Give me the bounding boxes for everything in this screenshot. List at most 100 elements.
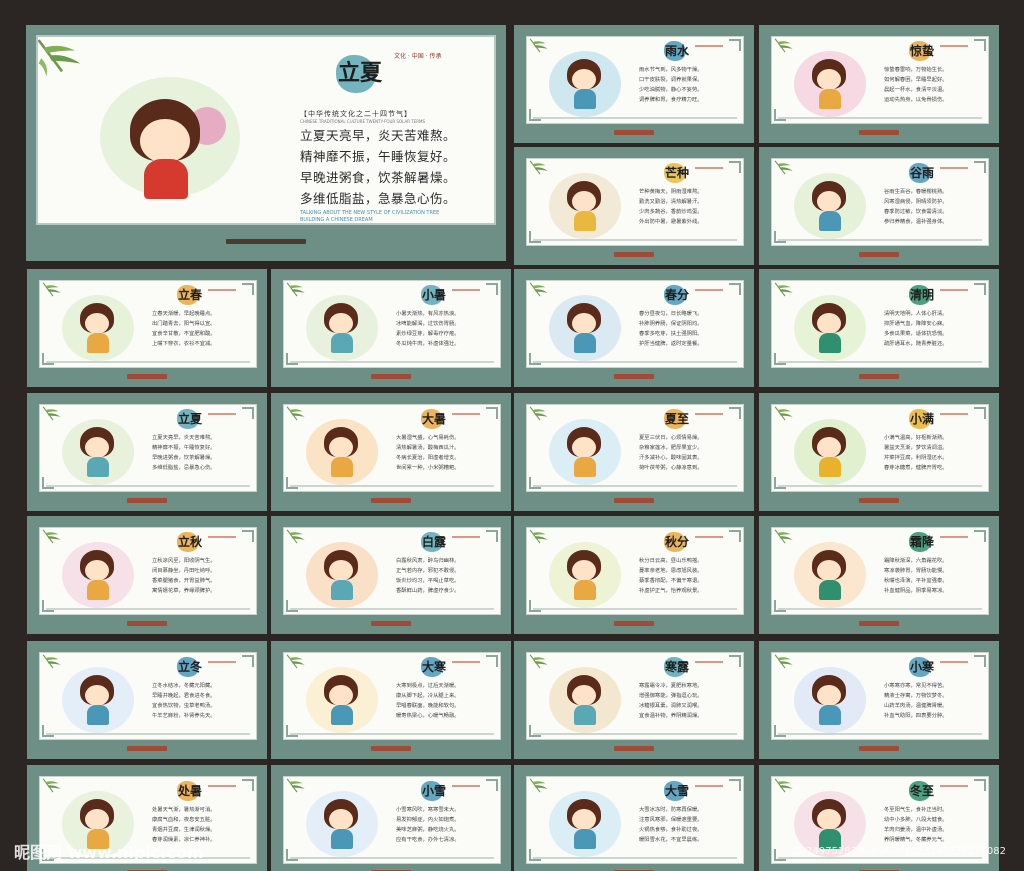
poem-text: 芒种黄梅天，阴雨湿难熬。 勤洗又勤浴，清热解暑汗。 少肉多蔬谷，香韵炒鸡蛋。 外… bbox=[639, 187, 703, 227]
poem-line: 清热解暑汤，酸梅西瓜汁。 bbox=[396, 444, 460, 451]
poem-line: 护肝当健脾，返时定量餐。 bbox=[639, 340, 703, 347]
seal-mark bbox=[452, 535, 480, 538]
poem-text: 大雪冰冻时，防寒再保暖。 注意风寒邪，保暖遮重要。 火锅热食够，食补助过夜。 暖… bbox=[639, 805, 703, 845]
character-face bbox=[817, 684, 841, 706]
seal-mark bbox=[940, 412, 968, 415]
poem-line: 小暑天渐热，有风亦热浪。 bbox=[396, 310, 460, 317]
poem-line: 芒种黄梅天，阴雨湿难熬。 bbox=[639, 188, 703, 195]
footer-stamp bbox=[859, 621, 899, 626]
poem-line: 暖寿热梁心，心暖气畅融。 bbox=[396, 712, 460, 719]
poem-line: 素炒绿豆芽，解毒疗疗疮。 bbox=[396, 330, 460, 337]
term-title: 立春 bbox=[178, 287, 203, 302]
board-panel: 大寒 大寒到极点，过后天渐暖。 康从脚下起，冷从腿上来。 早唱春联面，晚能和软句… bbox=[283, 651, 502, 741]
poem-line: 夏至三伏日，心烦情易燥。 bbox=[639, 434, 703, 441]
poem-line: 饭炎炒均习，平喝止草吃。 bbox=[396, 577, 460, 584]
poem-line: 冰糖银耳羹，润肺又润喉。 bbox=[639, 702, 703, 709]
poem-text: 冬至阳气生，食补正当时。 幼中小多肺，八段大健食。 羊肉归姜汤，温中补虚汤。 养… bbox=[884, 805, 948, 845]
board-panel: 谷雨 谷雨生百谷，春暖樱桃熟。 风寒湿病侵，阴晴须防护。 春季防过敏，饮食需清淡… bbox=[771, 157, 990, 247]
seal-mark bbox=[695, 44, 723, 47]
board-panel: 春分 春分昼夜匀，日长略暖飞。 补肺阴养肠，保证阴阳均。 春季多吃芽，扶土强阴阳… bbox=[526, 279, 745, 369]
bamboo-icon bbox=[286, 654, 305, 668]
character-face bbox=[817, 190, 841, 212]
footer-stamp bbox=[614, 252, 654, 257]
footer-stamp bbox=[859, 498, 899, 503]
poem-line: 外出防中暑，避暑紫外线。 bbox=[639, 218, 703, 225]
character-face bbox=[572, 68, 596, 90]
footer-stamp bbox=[859, 746, 899, 751]
bamboo-icon bbox=[774, 406, 793, 420]
poem-line: 增强御寒能，弹指逗心玩。 bbox=[639, 692, 703, 699]
poem-line: 暖阳雪水花，不宜早晨练。 bbox=[639, 836, 703, 843]
poem-line: 调养脾和胃，食疗精力旺。 bbox=[639, 96, 703, 103]
poem-line: 多维低脂盐，急暴急心伤。 bbox=[300, 191, 457, 206]
poem-line: 补虚护正气，怡养观秋景。 bbox=[639, 587, 703, 594]
character-face bbox=[817, 68, 841, 90]
board-panel: 惊蛰 惊蛰春雷响，万物始生长。 如何解春困，早睡早起好。 晨起一杯水，食清平淡温… bbox=[771, 35, 990, 125]
poem-text: 立秋凉风至，阳收阴气生。 闭目慕静坐，丹田吐纳呼。 香菜腿猪食，开胃益肺气。 寓… bbox=[152, 556, 216, 596]
character-face bbox=[329, 684, 353, 706]
poem-line: 幼中小多肺，八段大健食。 bbox=[884, 816, 948, 823]
footer-line bbox=[533, 857, 738, 860]
poem-line: 寓情嬉花草，养缘颈脾护。 bbox=[152, 587, 216, 594]
main-tag-en-1: TALKING ABOUT THE NEW STYLE OF CIVILIZAT… bbox=[300, 210, 440, 216]
character-body bbox=[87, 456, 109, 477]
character-face bbox=[817, 808, 841, 830]
seal-mark bbox=[695, 166, 723, 169]
character-face bbox=[85, 559, 109, 581]
poem-text: 小暑天渐热，有风亦热浪。 冰啤能解渴，过饮伤胃肠。 素炒绿豆芽，解毒疗疗疮。 冬… bbox=[396, 309, 460, 349]
seal-mark bbox=[940, 288, 968, 291]
bamboo-icon bbox=[529, 406, 548, 420]
character-face bbox=[572, 684, 596, 706]
term-title: 小寒 bbox=[910, 659, 935, 674]
board-panel: 立春 立春天渐暖，早起晚睡点。 出门踏青去，阳气得以宣。 宜食辛甘散，不宜肥和酸… bbox=[39, 279, 258, 369]
term-title: 清明 bbox=[910, 287, 935, 302]
poem-line: 蔓率亲老地，恩虑旭风装。 bbox=[639, 567, 703, 574]
seal-mark bbox=[695, 288, 723, 291]
poem-line: 康从脚下起，冷从腿上来。 bbox=[396, 692, 460, 699]
poem-line: 惊蛰春雷响，万物始生长。 bbox=[884, 66, 948, 73]
character-body bbox=[819, 88, 841, 109]
poem-line: 上嘴下穿衣，衣衫不宜减。 bbox=[152, 340, 216, 347]
poem-line: 秋分日云高，昼山乐鸭摇。 bbox=[639, 557, 703, 564]
term-title: 大雪 bbox=[665, 783, 690, 798]
character-body bbox=[574, 704, 596, 725]
poem-line: 精神靡不振，午睡恢复好。 bbox=[300, 149, 457, 164]
bamboo-icon bbox=[42, 778, 61, 792]
poem-line: 大暑湿气盛，心气易耗伤。 bbox=[396, 434, 460, 441]
poem-line: 补血健阴品，阴季易寒凉。 bbox=[884, 587, 948, 594]
board-panel: 白露 白露秋风肃，醉鸟归幽林。 正气若内存，邪犯不敢侵。 饭炎炒均习，平喝止草吃… bbox=[283, 526, 502, 616]
solar-term-board: 秋分 秋分日云高，昼山乐鸭摇。 蔓率亲老地，恩虑旭风装。 蔡季香彻配，不偏干寒退… bbox=[514, 516, 754, 634]
poem-line: 易发抑郁症，内火如炮煮。 bbox=[396, 816, 460, 823]
character-body bbox=[331, 456, 353, 477]
poem-text: 惊蛰春雷响，万物始生长。 如何解春困，早睡早起好。 晨起一杯水，食清平淡温。 运… bbox=[884, 65, 948, 105]
poem-line: 芹菜拌豆腐，利阴湿还水。 bbox=[884, 454, 948, 461]
bamboo-icon bbox=[286, 282, 305, 296]
poem-line: 午羊艺麻粉，补肾养先天。 bbox=[152, 712, 216, 719]
poem-text: 春分昼夜匀，日长略暖飞。 补肺阴养肠，保证阴阳均。 春季多吃芽，扶土强阴阳。 护… bbox=[639, 309, 703, 349]
bamboo-icon bbox=[529, 778, 548, 792]
poem-line: 少吃油腻物，静心不妄劳。 bbox=[639, 86, 703, 93]
footer-line bbox=[533, 117, 738, 120]
footer-stamp bbox=[859, 252, 899, 257]
poem-line: 早唱春联面，晚能和软句。 bbox=[396, 702, 460, 709]
poem-line: 汗多减补心，酸味固其表。 bbox=[639, 454, 703, 461]
solar-term-board: 雨水 雨水节气到，风多物干燥。 口干皮肤裂，调养就果保。 少吃油腻物，静心不妄劳… bbox=[514, 25, 754, 143]
solar-term-board: 白露 白露秋风肃，醉鸟归幽林。 正气若内存，邪犯不敢侵。 饭炎炒均习，平喝止草吃… bbox=[271, 516, 511, 634]
solar-term-board: 小雪 小雪寒风吹，寒寒雪未大。 易发抑郁症，内火如炮煮。 美味芝麻粥，静吃烧火丸… bbox=[271, 765, 511, 871]
character-face bbox=[85, 312, 109, 334]
bamboo-icon bbox=[529, 654, 548, 668]
watermark-logo: 昵图网 www.nipic.com bbox=[14, 843, 204, 862]
footer-line bbox=[778, 361, 983, 364]
footer-stamp bbox=[859, 374, 899, 379]
term-title: 大暑 bbox=[422, 411, 447, 426]
character-face bbox=[329, 436, 353, 458]
main-tag-en-2: BUILDING A CHINESE DREAM bbox=[300, 217, 373, 223]
character-face bbox=[572, 808, 596, 830]
footer-stamp bbox=[614, 130, 654, 135]
solar-term-board: 大暑 大暑湿气盛，心气易耗伤。 清热解暑汤，酸梅西瓜汁。 冬病长夏治，阳虚者增支… bbox=[271, 393, 511, 511]
poem-line: 春季防过敏，饮食需清淡。 bbox=[884, 208, 948, 215]
seal-mark bbox=[695, 660, 723, 663]
term-title: 白露 bbox=[422, 534, 447, 549]
poem-line: 立冬水结冰，冬藏元阳藏。 bbox=[152, 682, 216, 689]
poem-line: 春芽冰糖煮，健脾开胃吃。 bbox=[884, 464, 948, 471]
